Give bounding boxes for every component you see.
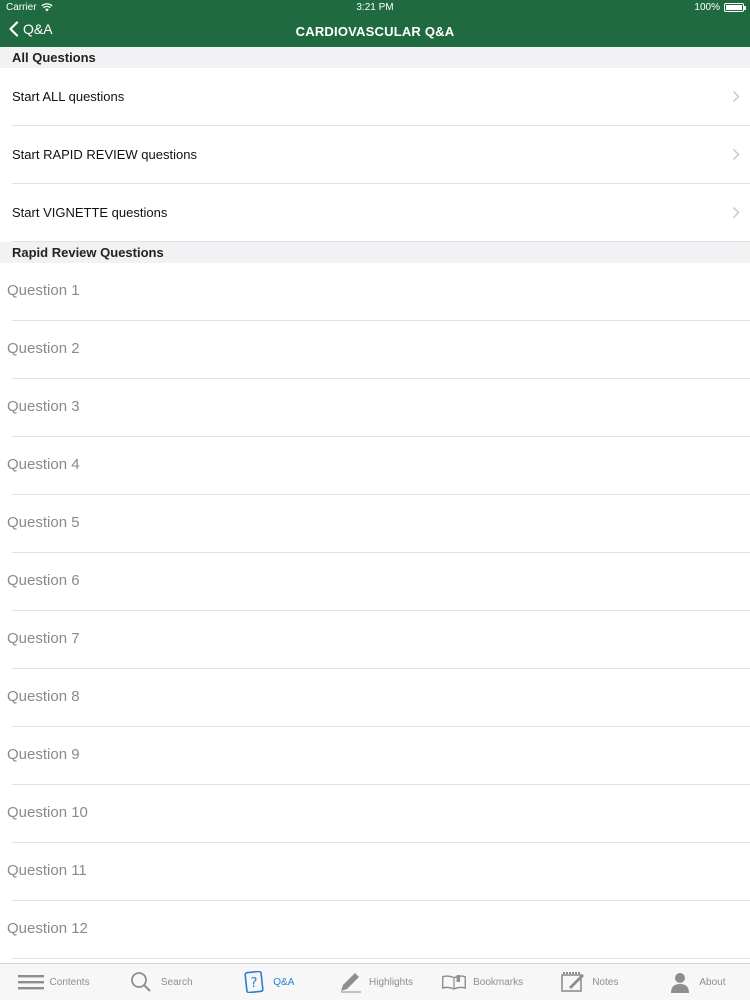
page-title: CARDIOVASCULAR Q&A [295,24,455,39]
battery-percent: 100% [694,2,720,13]
row-label: Start RAPID REVIEW questions [12,147,197,162]
question-label: Question 8 [7,688,80,705]
book-icon [442,975,467,990]
tab-label: Contents [49,976,90,988]
tab-search[interactable]: Search [107,964,214,1000]
section-header-rapid-review: Rapid Review Questions [0,242,750,263]
question-label: Question 2 [7,340,80,357]
start-vignette-row[interactable]: Start VIGNETTE questions [0,184,750,242]
question-row-6[interactable]: Question 6 [0,553,750,611]
pencil-icon [341,973,362,993]
question-row-1[interactable]: Question 1 [0,263,750,321]
question-row-8[interactable]: Question 8 [0,669,750,727]
note-icon [561,972,585,992]
row-label: Start VIGNETTE questions [12,205,168,220]
chevron-right-icon [732,90,740,103]
tab-label: Search [160,976,193,988]
question-row-9[interactable]: Question 9 [0,727,750,785]
question-row-5[interactable]: Question 5 [0,495,750,553]
search-icon [130,972,151,992]
person-icon [671,973,690,993]
tab-bookmarks[interactable]: Bookmarks [429,964,536,1000]
tab-highlights[interactable]: Highlights [321,964,428,1000]
tab-qa[interactable]: ? Q&A [214,964,321,1000]
question-label: Question 9 [7,746,80,763]
question-list[interactable]: All Questions Start ALL questions Start … [0,47,750,963]
tab-label: Notes [592,976,619,988]
chevron-right-icon [732,206,740,219]
question-label: Question 10 [7,804,88,821]
top-bar: Carrier 3:21 PM 100% Q&A CARDIOVASCULAR … [0,0,750,47]
tab-label: Highlights [369,976,413,988]
question-label: Question 4 [7,456,80,473]
question-row-11[interactable]: Question 11 [0,843,750,901]
tab-label: Q&A [273,976,295,988]
status-bar: Carrier 3:21 PM 100% [0,0,750,15]
tab-label: Bookmarks [473,976,524,988]
question-label: Question 1 [7,282,80,299]
start-all-questions-row[interactable]: Start ALL questions [0,68,750,126]
question-label: Question 6 [7,572,80,589]
svg-text:?: ? [251,976,258,991]
list-icon [17,975,44,990]
chevron-right-icon [732,148,740,161]
tab-about[interactable]: About [643,964,750,1000]
battery-indicator: 100% [694,2,746,13]
question-label: Question 11 [7,862,87,879]
question-row-7[interactable]: Question 7 [0,611,750,669]
row-label: Start ALL questions [12,89,125,104]
question-row-12[interactable]: Question 12 [0,901,750,959]
navigation-bar: Q&A CARDIOVASCULAR Q&A [0,15,750,47]
question-label: Question 3 [7,398,80,415]
question-row-10[interactable]: Question 10 [0,785,750,843]
question-row-2[interactable]: Question 2 [0,321,750,379]
status-time: 3:21 PM [356,2,394,13]
question-label: Question 5 [7,514,80,531]
tab-notes[interactable]: Notes [536,964,643,1000]
start-rapid-review-row[interactable]: Start RAPID REVIEW questions [0,126,750,184]
tab-bar: Contents Search ? Q&A Highlights Bookmar… [0,963,750,1000]
tab-contents[interactable]: Contents [0,964,107,1000]
question-label: Question 7 [7,630,80,647]
question-row-4[interactable]: Question 4 [0,437,750,495]
section-header-all-questions: All Questions [0,47,750,68]
tab-label: About [699,976,726,988]
question-label: Question 12 [7,920,88,937]
question-icon: ? [244,971,264,993]
battery-icon [724,3,746,12]
question-row-3[interactable]: Question 3 [0,379,750,437]
